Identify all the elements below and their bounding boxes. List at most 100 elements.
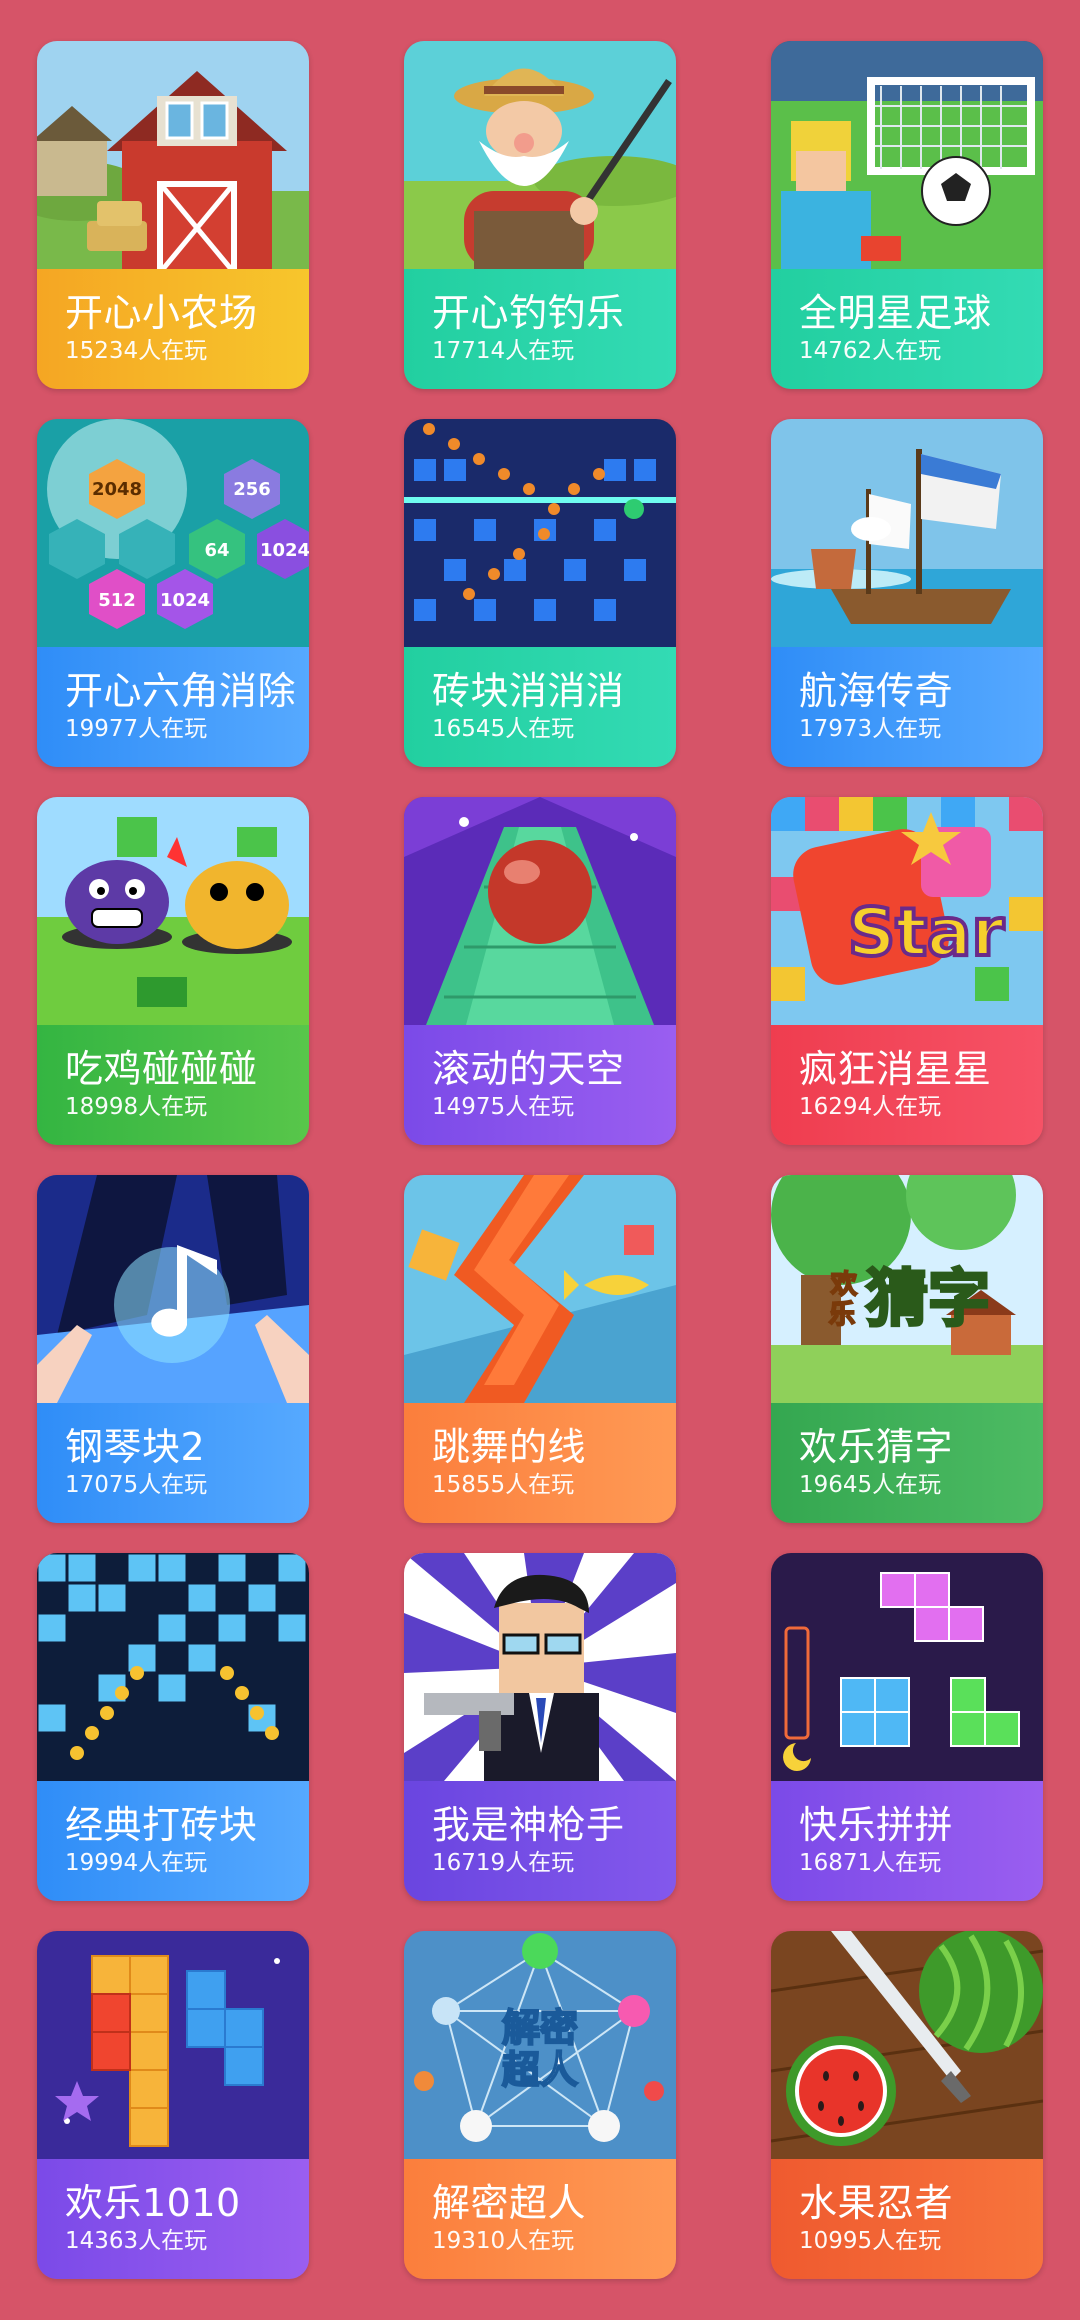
game-title: 解密超人	[432, 2181, 587, 2225]
game-info: 开心六角消除 19977人在玩	[37, 647, 309, 767]
game-title: 开心钓钓乐	[432, 291, 625, 335]
soccer-goal-icon	[771, 41, 1043, 269]
rolling-ball-icon	[404, 797, 676, 1025]
game-title: 疯狂消星星	[799, 1047, 992, 1091]
game-info: 钢琴块2 17075人在玩	[37, 1403, 309, 1523]
game-info: 我是神枪手 16719人在玩	[404, 1781, 676, 1901]
game-title: 滚动的天空	[432, 1047, 625, 1091]
player-count: 17714人在玩	[432, 338, 575, 364]
player-count: 14363人在玩	[65, 2228, 208, 2254]
svg-text:猜字: 猜字	[866, 1262, 990, 1335]
player-count: 16545人在玩	[432, 716, 575, 742]
game-title: 水果忍者	[799, 2181, 954, 2225]
pirate-ship-icon	[771, 419, 1043, 647]
player-count: 17973人在玩	[799, 716, 942, 742]
game-title: 经典打砖块	[65, 1803, 258, 1847]
game-info: 全明星足球 14762人在玩	[771, 269, 1043, 389]
game-title: 跳舞的线	[432, 1425, 587, 1469]
svg-text:1024: 1024	[160, 590, 210, 611]
svg-text:欢: 欢	[830, 1270, 858, 1300]
player-count: 19645人在玩	[799, 1472, 942, 1498]
block-1010-icon	[37, 1931, 309, 2159]
game-info: 开心钓钓乐 17714人在玩	[404, 269, 676, 389]
player-count: 16719人在玩	[432, 1850, 575, 1876]
game-info: 欢乐猜字 19645人在玩	[771, 1403, 1043, 1523]
game-card-farm[interactable]: 开心小农场 15234人在玩	[37, 41, 309, 389]
bumper-blobs-icon	[37, 797, 309, 1025]
game-card-fishing[interactable]: 开心钓钓乐 17714人在玩	[404, 41, 676, 389]
game-card-soccer[interactable]: 全明星足球 14762人在玩	[771, 41, 1043, 389]
svg-text:64: 64	[204, 540, 229, 561]
game-card-guess-word[interactable]: 欢 乐 猜字 欢乐猜字 19645人在玩	[771, 1175, 1043, 1523]
game-card-dancing-line[interactable]: 跳舞的线 15855人在玩	[404, 1175, 676, 1523]
game-title: 全明星足球	[799, 291, 992, 335]
game-title: 吃鸡碰碰碰	[65, 1047, 258, 1091]
game-card-piano[interactable]: 钢琴块2 17075人在玩	[37, 1175, 309, 1523]
piano-tiles-icon	[37, 1175, 309, 1403]
player-count: 10995人在玩	[799, 2228, 942, 2254]
game-info: 砖块消消消 16545人在玩	[404, 647, 676, 767]
guess-word-icon: 欢 乐 猜字	[771, 1175, 1043, 1403]
game-info: 吃鸡碰碰碰 18998人在玩	[37, 1025, 309, 1145]
puzzle-network-icon: 解密 超人	[404, 1931, 676, 2159]
fisherman-icon	[404, 41, 676, 269]
game-info: 跳舞的线 15855人在玩	[404, 1403, 676, 1523]
game-card-fruit-ninja[interactable]: 水果忍者 10995人在玩	[771, 1931, 1043, 2279]
svg-text:512: 512	[98, 590, 136, 611]
svg-text:Star: Star	[848, 894, 1005, 971]
game-card-bricks[interactable]: 砖块消消消 16545人在玩	[404, 419, 676, 767]
svg-text:1024: 1024	[260, 540, 309, 561]
hexagon-2048-icon: 2048 256 64 1024 512 1024	[37, 419, 309, 647]
pop-star-icon: Star	[771, 797, 1043, 1025]
game-card-gunman[interactable]: 我是神枪手 16719人在玩	[404, 1553, 676, 1901]
player-count: 16294人在玩	[799, 1094, 942, 1120]
game-info: 疯狂消星星 16294人在玩	[771, 1025, 1043, 1145]
game-title: 航海传奇	[799, 669, 954, 713]
game-info: 快乐拼拼 16871人在玩	[771, 1781, 1043, 1901]
gunman-icon	[404, 1553, 676, 1781]
player-count: 17075人在玩	[65, 1472, 208, 1498]
player-count: 16871人在玩	[799, 1850, 942, 1876]
game-card-ship[interactable]: 航海传奇 17973人在玩	[771, 419, 1043, 767]
player-count: 18998人在玩	[65, 1094, 208, 1120]
fruit-ninja-icon	[771, 1931, 1043, 2159]
game-card-bumper[interactable]: 吃鸡碰碰碰 18998人在玩	[37, 797, 309, 1145]
game-title: 快乐拼拼	[799, 1803, 954, 1847]
player-count: 15234人在玩	[65, 338, 208, 364]
svg-text:解密: 解密	[502, 2006, 578, 2050]
game-title: 开心小农场	[65, 291, 258, 335]
game-card-classic-bricks[interactable]: 经典打砖块 19994人在玩	[37, 1553, 309, 1901]
svg-text:2048: 2048	[92, 479, 142, 500]
game-info: 航海传奇 17973人在玩	[771, 647, 1043, 767]
game-info: 解密超人 19310人在玩	[404, 2159, 676, 2279]
player-count: 14762人在玩	[799, 338, 942, 364]
game-card-1010[interactable]: 欢乐1010 14363人在玩	[37, 1931, 309, 2279]
player-count: 15855人在玩	[432, 1472, 575, 1498]
game-grid: 开心小农场 15234人在玩 开心钓钓乐 17714人在玩 全明星足球 1476…	[37, 41, 1043, 2279]
game-card-rolling[interactable]: 滚动的天空 14975人在玩	[404, 797, 676, 1145]
player-count: 19977人在玩	[65, 716, 208, 742]
game-card-popstar[interactable]: Star 疯狂消星星 16294人在玩	[771, 797, 1043, 1145]
dancing-line-icon	[404, 1175, 676, 1403]
farm-barn-icon	[37, 41, 309, 269]
svg-text:乐: 乐	[829, 1300, 855, 1330]
player-count: 19994人在玩	[65, 1850, 208, 1876]
neon-blocks-icon	[771, 1553, 1043, 1781]
game-card-neon-blocks[interactable]: 快乐拼拼 16871人在玩	[771, 1553, 1043, 1901]
game-card-puzzle[interactable]: 解密 超人 解密超人 19310人在玩	[404, 1931, 676, 2279]
game-title: 钢琴块2	[65, 1425, 206, 1469]
game-card-hexagon[interactable]: 2048 256 64 1024 512 1024 开心六角消除 19977人在…	[37, 419, 309, 767]
brick-breaker-icon	[404, 419, 676, 647]
svg-text:256: 256	[233, 479, 271, 500]
player-count: 14975人在玩	[432, 1094, 575, 1120]
game-title: 欢乐猜字	[799, 1425, 954, 1469]
game-title: 砖块消消消	[432, 669, 625, 713]
game-info: 水果忍者 10995人在玩	[771, 2159, 1043, 2279]
game-info: 开心小农场 15234人在玩	[37, 269, 309, 389]
game-info: 欢乐1010 14363人在玩	[37, 2159, 309, 2279]
game-title: 我是神枪手	[432, 1803, 625, 1847]
game-info: 经典打砖块 19994人在玩	[37, 1781, 309, 1901]
game-title: 欢乐1010	[65, 2181, 241, 2225]
svg-text:超人: 超人	[502, 2048, 578, 2092]
game-title: 开心六角消除	[65, 669, 297, 713]
